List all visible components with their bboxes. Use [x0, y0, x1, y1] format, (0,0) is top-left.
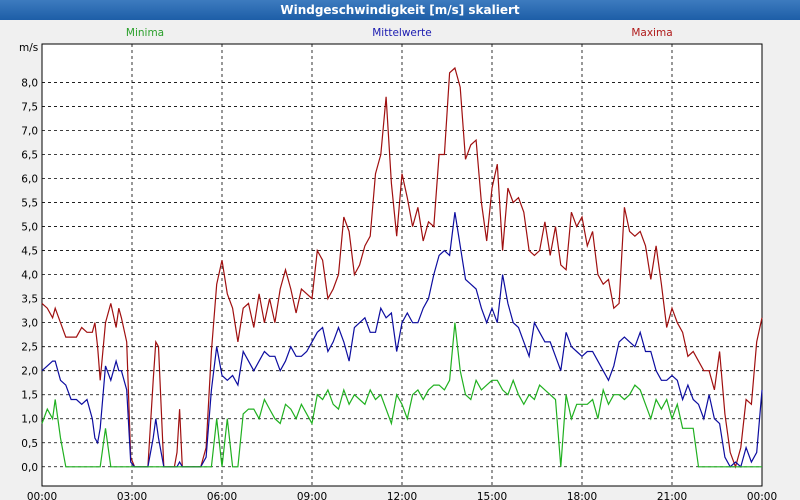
y-tick-label: 1,0: [21, 414, 38, 426]
y-tick-label: 0,0: [21, 462, 38, 474]
y-tick-label: 3,5: [21, 294, 38, 306]
y-tick-label: 4,0: [21, 270, 38, 282]
x-tick-time: 18:00: [567, 491, 597, 500]
legend-mittelwerte: Mittelwerte: [372, 27, 432, 39]
legend-maxima: Maxima: [631, 27, 672, 39]
x-tick-time: 00:00: [27, 491, 57, 500]
y-tick-label: 7,5: [21, 101, 38, 113]
y-tick-label: 3,0: [21, 318, 38, 330]
y-tick-label: 6,0: [21, 174, 38, 186]
x-tick-time: 06:00: [207, 491, 237, 500]
x-tick-time: 12:00: [387, 491, 417, 500]
x-tick-time: 09:00: [297, 491, 327, 500]
x-axis-ticks: 00:0025.07.2303:0025.07.2306:0025.07.230…: [27, 491, 777, 500]
y-axis-ticks: 0,0 0,5 1,0 1,5 2,0 2,5 3,0 3,5 4,0 4,5 5,0 5,5 6,0 6…: [21, 77, 38, 473]
y-tick-label: 1,5: [21, 390, 38, 402]
wind-speed-chart: 0,0 0,5 1,0 1,5 2,0 2,5 3,0 3,5 4,0 4,5 5,0 5,5 6,0 6…: [19, 27, 777, 500]
x-tick-time: 21:00: [657, 491, 687, 500]
x-tick-time: 03:00: [117, 491, 147, 500]
y-axis-unit: m/s: [19, 42, 38, 54]
y-tick-label: 0,5: [21, 438, 38, 450]
y-tick-label: 6,5: [21, 150, 38, 162]
x-tick-time: 15:00: [477, 491, 507, 500]
y-tick-label: 5,0: [21, 222, 38, 234]
y-tick-label: 7,0: [21, 125, 38, 137]
x-tick-time: 00:00: [747, 491, 777, 500]
window-title: Windgeschwindigkeit [m/s] skaliert: [0, 0, 800, 20]
y-tick-label: 2,0: [21, 366, 38, 378]
y-tick-label: 2,5: [21, 342, 38, 354]
y-tick-label: 8,0: [21, 77, 38, 89]
y-tick-label: 5,5: [21, 198, 38, 210]
legend-minima: Minima: [126, 27, 164, 39]
y-tick-label: 4,5: [21, 246, 38, 258]
